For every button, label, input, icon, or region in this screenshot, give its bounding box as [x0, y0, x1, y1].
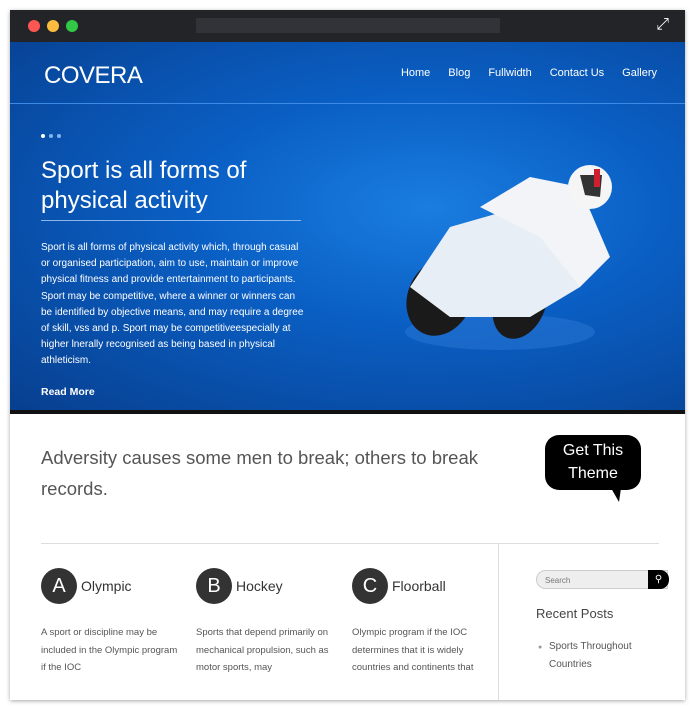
expand-arrows-icon[interactable]: ⤢	[656, 16, 669, 34]
title-bar: ⤢	[10, 10, 685, 42]
feature-olympic: A Olympic A sport or discipline may be in…	[41, 568, 181, 677]
address-bar[interactable]	[196, 18, 500, 33]
feature-letter: C	[352, 568, 388, 604]
maximize-button[interactable]	[66, 20, 78, 32]
main-nav: Home Blog Fullwidth Contact Us Gallery	[401, 67, 657, 79]
slider-dots	[41, 134, 61, 138]
feature-hockey: B Hockey Sports that depend primarily on …	[196, 568, 336, 677]
slide-dot[interactable]	[57, 134, 61, 138]
nav-home[interactable]: Home	[401, 67, 430, 79]
close-button[interactable]	[28, 20, 40, 32]
nav-blog[interactable]: Blog	[448, 67, 470, 79]
post-link[interactable]: Sports Throughout Countries	[549, 638, 648, 673]
feature-text: A sport or discipline may be included in…	[41, 627, 178, 673]
divider	[41, 543, 659, 544]
divider	[10, 410, 685, 414]
browser-window: ⤢ COVERA Home Blog Fullwidth Contact Us …	[10, 10, 685, 700]
feature-floorball: C Floorball Olympic program if the IOC de…	[352, 568, 492, 677]
logo[interactable]: COVERA	[44, 62, 143, 90]
motorcycle-image	[405, 165, 612, 350]
feature-title[interactable]: Olympic	[81, 578, 132, 594]
feature-title[interactable]: Floorball	[392, 578, 446, 594]
feature-letter: B	[196, 568, 232, 604]
read-more-link[interactable]: Read More	[41, 386, 95, 398]
divider	[498, 543, 499, 700]
search-icon: ⚲	[654, 574, 663, 585]
recent-posts-title: Recent Posts	[536, 606, 614, 621]
bullet-icon: ●	[538, 644, 543, 651]
feature-text: Olympic program if the IOC determines th…	[352, 627, 474, 673]
hero-body: Sport is all forms of physical activity …	[41, 242, 304, 367]
feature-title[interactable]: Hockey	[236, 578, 283, 594]
nav-contact-us[interactable]: Contact Us	[550, 67, 604, 79]
search-button[interactable]: ⚲	[648, 570, 669, 589]
slide-dot[interactable]	[41, 134, 45, 138]
nav-gallery[interactable]: Gallery	[622, 67, 657, 79]
hero-slider: COVERA Home Blog Fullwidth Contact Us Ga…	[10, 42, 685, 410]
hero-title: Sport is all forms of physical activity	[41, 157, 247, 214]
get-theme-button[interactable]: Get This Theme	[545, 435, 641, 502]
divider	[10, 103, 685, 104]
minimize-button[interactable]	[47, 20, 59, 32]
nav-fullwidth[interactable]: Fullwidth	[488, 67, 531, 79]
recent-post-item[interactable]: ● Sports Throughout Countries	[538, 638, 648, 673]
feature-letter: A	[41, 568, 77, 604]
feature-text: Sports that depend primarily on mechanic…	[196, 627, 329, 673]
quote-text: Adversity causes some men to break; othe…	[41, 447, 479, 499]
title-underline	[41, 220, 301, 221]
slide-dot[interactable]	[49, 134, 53, 138]
